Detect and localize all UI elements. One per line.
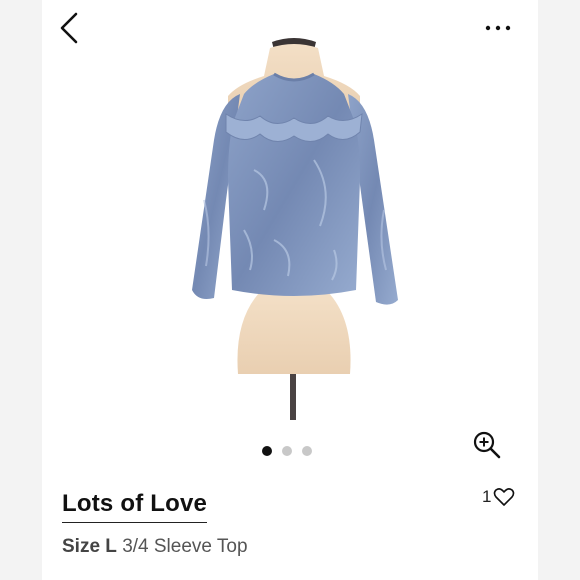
- carousel-dot[interactable]: [262, 446, 272, 456]
- brand-link[interactable]: Lots of Love: [62, 490, 208, 523]
- like-count: 1: [482, 487, 492, 506]
- background-left: [0, 0, 42, 580]
- zoom-in-icon: [473, 431, 501, 459]
- product-image[interactable]: [164, 30, 424, 430]
- back-button[interactable]: [56, 10, 86, 46]
- product-photo-illustration: [192, 38, 398, 420]
- carousel-dot[interactable]: [282, 446, 292, 456]
- more-horizontal-icon: [485, 25, 511, 31]
- like-button[interactable]: 1: [482, 485, 515, 509]
- heart-icon: [494, 488, 515, 506]
- chevron-left-icon: [60, 12, 78, 44]
- product-description: 3/4 Sleeve Top: [122, 536, 248, 557]
- product-card: 1 Lots of Love Size L 3/4 Sleeve Top: [42, 0, 538, 580]
- background-right: [538, 0, 580, 580]
- size-label: Size L: [62, 536, 117, 557]
- product-meta: Size L 3/4 Sleeve Top: [62, 536, 248, 558]
- zoom-button[interactable]: [472, 430, 502, 460]
- carousel-dot[interactable]: [302, 446, 312, 456]
- more-options-button[interactable]: [482, 16, 518, 40]
- carousel-indicator: [262, 446, 322, 458]
